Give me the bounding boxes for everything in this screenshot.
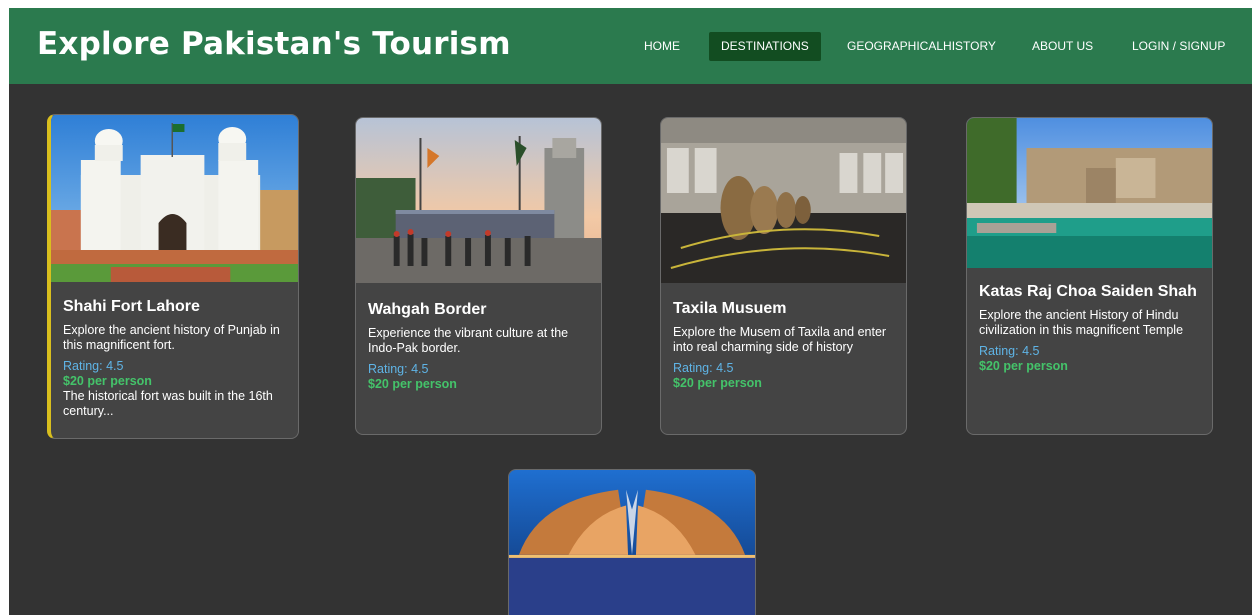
destination-card-wagah-border[interactable]: Wahgah Border Experience the vibrant cul… xyxy=(355,117,602,435)
card-title: Wahgah Border xyxy=(368,301,487,318)
site-title: Explore Pakistan's Tourism xyxy=(37,26,511,62)
destination-card-shahi-fort[interactable]: Shahi Fort Lahore Explore the ancient hi… xyxy=(47,114,299,439)
card-price: $20 per person xyxy=(673,376,762,390)
page-frame: Explore Pakistan's Tourism HOME DESTINAT… xyxy=(9,8,1252,615)
card-description: Explore the Musem of Taxila and enter in… xyxy=(673,325,887,354)
card-title: Taxila Musuem xyxy=(673,300,787,317)
shahi-fort-photo xyxy=(51,115,298,282)
site-header: Explore Pakistan's Tourism HOME DESTINAT… xyxy=(9,8,1252,84)
card-rating: Rating: 4.5 xyxy=(673,361,734,375)
card-title: Shahi Fort Lahore xyxy=(63,298,200,315)
card-title: Katas Raj Choa Saiden Shah xyxy=(979,283,1197,300)
card-description: Explore the ancient History of Hindu civ… xyxy=(979,308,1184,337)
card-rating: Rating: 4.5 xyxy=(368,362,429,376)
card-price: $20 per person xyxy=(63,374,152,388)
wagah-border-photo xyxy=(356,118,601,283)
nav-geographical-history-link[interactable]: GEOGRAPHICALHISTORY xyxy=(835,32,1008,61)
card-rating: Rating: 4.5 xyxy=(63,359,124,373)
destination-card-katas-raj[interactable]: Katas Raj Choa Saiden Shah Explore the a… xyxy=(966,117,1213,435)
taxila-museum-photo xyxy=(661,118,906,283)
destination-card-pakistan-monument[interactable] xyxy=(508,469,756,615)
destination-card-taxila-museum[interactable]: Taxila Musuem Explore the Musem of Taxil… xyxy=(660,117,907,435)
card-description: Explore the ancient history of Punjab in… xyxy=(63,323,280,352)
nav-home-link[interactable]: HOME xyxy=(632,32,692,61)
card-price: $20 per person xyxy=(368,377,457,391)
card-price: $20 per person xyxy=(979,359,1068,373)
pakistan-monument-photo xyxy=(509,470,755,615)
card-extra-info: The historical fort was built in the 16t… xyxy=(63,389,273,418)
card-description: Experience the vibrant culture at the In… xyxy=(368,326,569,355)
nav-login-signup-link[interactable]: LOGIN / SIGNUP xyxy=(1120,32,1237,61)
card-rating: Rating: 4.5 xyxy=(979,344,1040,358)
katas-raj-photo xyxy=(967,118,1212,268)
nav-about-us-link[interactable]: ABOUT US xyxy=(1020,32,1105,61)
nav-destinations-link[interactable]: DESTINATIONS xyxy=(709,32,821,61)
